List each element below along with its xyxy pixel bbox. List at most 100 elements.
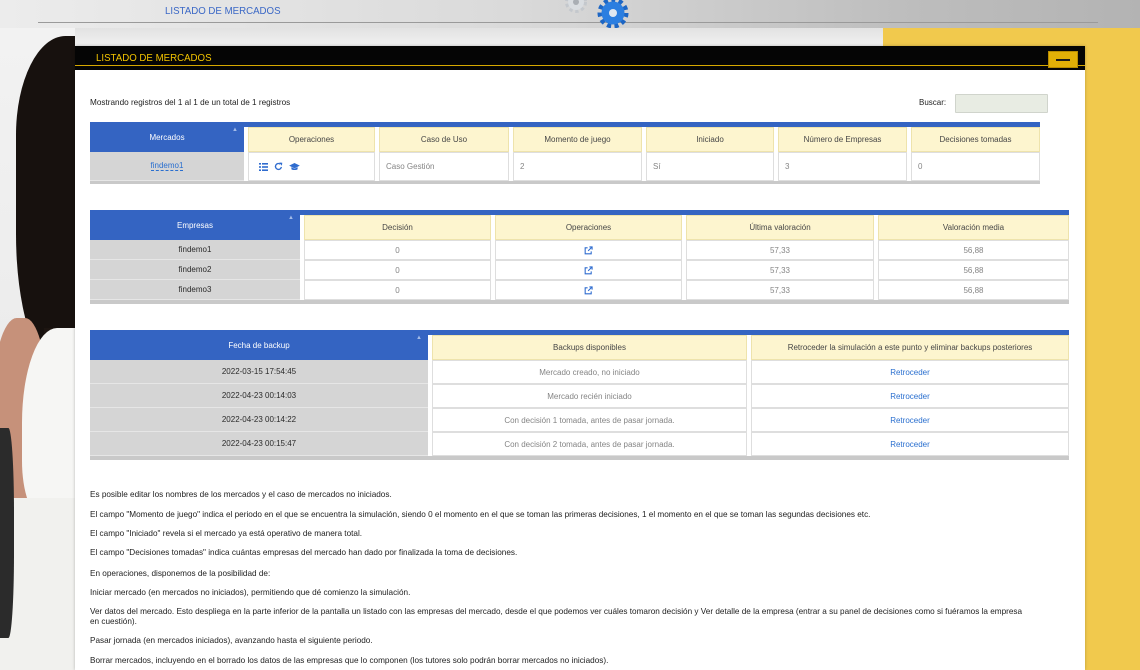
column-header-label: Empresas [176, 220, 213, 230]
operations-cell [495, 280, 682, 300]
numero-de-empresas-cell: 3 [778, 152, 907, 181]
graduation-cap-icon[interactable] [289, 162, 300, 171]
column-header-empresas[interactable]: Empresas ▲ [90, 210, 300, 240]
companies-table-header: Empresas ▲ Decisión Operaciones Última va… [90, 210, 1069, 240]
decision-cell: 0 [304, 260, 491, 280]
valoracion-media-cell: 56,88 [878, 240, 1069, 260]
column-header-label: Fecha de backup [228, 340, 290, 350]
valoracion-media-cell: 56,88 [878, 260, 1069, 280]
backup-description-cell: Mercado creado, no iniciado [432, 360, 747, 384]
help-paragraph: Es posible editar los nombres de los mer… [90, 490, 392, 499]
backup-date-cell: 2022-04-23 00:14:03 [90, 384, 428, 408]
decisiones-tomadas-cell: 0 [911, 152, 1040, 181]
minimize-icon [1056, 58, 1070, 61]
column-header-retroceder[interactable]: Retroceder la simulación a este punto y … [751, 335, 1069, 360]
sort-asc-icon: ▲ [416, 335, 422, 341]
rollback-cell: Retroceder [751, 384, 1069, 408]
ultima-valoracion-cell: 57,33 [686, 260, 874, 280]
companies-table: Empresas ▲ Decisión Operaciones Última va… [90, 210, 1069, 304]
help-paragraph: Ver datos del mercado. Esto despliega en… [90, 607, 1023, 626]
column-header-numero-de-empresas[interactable]: Número de Empresas [778, 127, 907, 152]
column-header-caso-de-uso[interactable]: Caso de Uso [379, 127, 509, 152]
backup-date-cell: 2022-04-23 00:15:47 [90, 432, 428, 456]
backup-date-cell: 2022-04-23 00:14:22 [90, 408, 428, 432]
gears-icon [565, 0, 629, 29]
backup-description-cell: Con decisión 1 tomada, antes de pasar jo… [432, 408, 747, 432]
company-name-cell: findemo2 [90, 260, 300, 280]
rollback-cell: Retroceder [751, 432, 1069, 456]
background-photo [0, 28, 75, 670]
header-title: LISTADO DE MERCADOS [165, 6, 281, 17]
rollback-link[interactable]: Retroceder [890, 368, 930, 377]
caso-de-uso-cell[interactable]: Caso Gestión [379, 152, 509, 181]
sort-asc-icon: ▲ [288, 215, 294, 221]
column-header-label: Mercados [149, 132, 185, 142]
list-icon[interactable] [259, 162, 268, 171]
company-name-cell: findemo1 [90, 240, 300, 260]
valoracion-media-cell: 56,88 [878, 280, 1069, 300]
table-row: 2022-03-15 17:54:45 Mercado creado, no i… [90, 360, 1069, 384]
operations-cell [248, 152, 375, 181]
column-header-operaciones[interactable]: Operaciones [248, 127, 375, 152]
iniciado-cell: Sí [646, 152, 774, 181]
table-row: findemo1 Caso Gestión 2 Sí 3 0 [90, 152, 1040, 181]
search-label: Buscar: [919, 98, 947, 107]
help-paragraph: Pasar jornada (en mercados iniciados), a… [90, 636, 373, 645]
refresh-icon[interactable] [274, 162, 283, 171]
column-header-iniciado[interactable]: Iniciado [646, 127, 774, 152]
column-header-backups-disponibles[interactable]: Backups disponibles [432, 335, 747, 360]
external-link-icon[interactable] [584, 245, 593, 255]
panel-title-bar [75, 46, 1085, 70]
table-row: 2022-04-23 00:14:22 Con decisión 1 tomad… [90, 408, 1069, 432]
rollback-link[interactable]: Retroceder [890, 392, 930, 401]
operations-cell [495, 240, 682, 260]
search-input[interactable] [955, 94, 1048, 113]
table-row: findemo3 0 57,33 56,88 [90, 280, 1069, 300]
ultima-valoracion-cell: 57,33 [686, 240, 874, 260]
help-paragraph: Borrar mercados, incluyendo en el borrad… [90, 656, 609, 665]
rollback-link[interactable]: Retroceder [890, 416, 930, 425]
table-row: findemo2 0 57,33 56,88 [90, 260, 1069, 280]
sort-asc-icon: ▲ [232, 127, 238, 133]
background-strip [75, 28, 883, 46]
panel-title: LISTADO DE MERCADOS [96, 53, 212, 64]
column-header-decisiones-tomadas[interactable]: Decisiones tomadas [911, 127, 1040, 152]
backup-description-cell: Mercado recién iniciado [432, 384, 747, 408]
rollback-cell: Retroceder [751, 360, 1069, 384]
decision-cell: 0 [304, 280, 491, 300]
backups-table: Fecha de backup ▲ Backups disponibles Ret… [90, 330, 1069, 460]
help-paragraph: El campo "Momento de juego" indica el pe… [90, 510, 871, 519]
rollback-cell: Retroceder [751, 408, 1069, 432]
table-footer-bar [90, 456, 1069, 460]
photo-hair [16, 36, 75, 366]
panel-title-underline [75, 65, 1085, 66]
company-name-cell: findemo3 [90, 280, 300, 300]
column-header-ultima-valoracion[interactable]: Última valoración [686, 215, 874, 240]
backup-date-cell: 2022-03-15 17:54:45 [90, 360, 428, 384]
external-link-icon[interactable] [584, 265, 593, 275]
help-paragraph: Iniciar mercado (en mercados no iniciado… [90, 588, 411, 597]
minimize-button[interactable] [1048, 51, 1078, 68]
market-name-cell: findemo1 [90, 152, 244, 181]
column-header-fecha-de-backup[interactable]: Fecha de backup ▲ [90, 330, 428, 360]
table-footer-bar [90, 181, 1040, 184]
decision-cell: 0 [304, 240, 491, 260]
column-header-operaciones[interactable]: Operaciones [495, 215, 682, 240]
column-header-momento-de-juego[interactable]: Momento de juego [513, 127, 642, 152]
momento-de-juego-cell: 2 [513, 152, 642, 181]
markets-table-header: Mercados ▲ Operaciones Caso de Uso Moment… [90, 122, 1040, 152]
column-header-valoracion-media[interactable]: Valoración media [878, 215, 1069, 240]
help-paragraph: El campo "Iniciado" revela si el mercado… [90, 529, 363, 538]
column-header-decision[interactable]: Decisión [304, 215, 491, 240]
rollback-link[interactable]: Retroceder [890, 440, 930, 449]
backups-table-header: Fecha de backup ▲ Backups disponibles Ret… [90, 330, 1069, 360]
table-row: findemo1 0 57,33 56,88 [90, 240, 1069, 260]
markets-table: Mercados ▲ Operaciones Caso de Uso Moment… [90, 122, 1040, 184]
market-name-link[interactable]: findemo1 [150, 161, 184, 171]
help-paragraph: El campo "Decisiones tomadas" indica cuá… [90, 548, 518, 557]
external-link-icon[interactable] [584, 285, 593, 295]
help-paragraph: En operaciones, disponemos de la posibil… [90, 569, 271, 578]
ultima-valoracion-cell: 57,33 [686, 280, 874, 300]
column-header-mercados[interactable]: Mercados ▲ [90, 122, 244, 152]
operations-cell [495, 260, 682, 280]
